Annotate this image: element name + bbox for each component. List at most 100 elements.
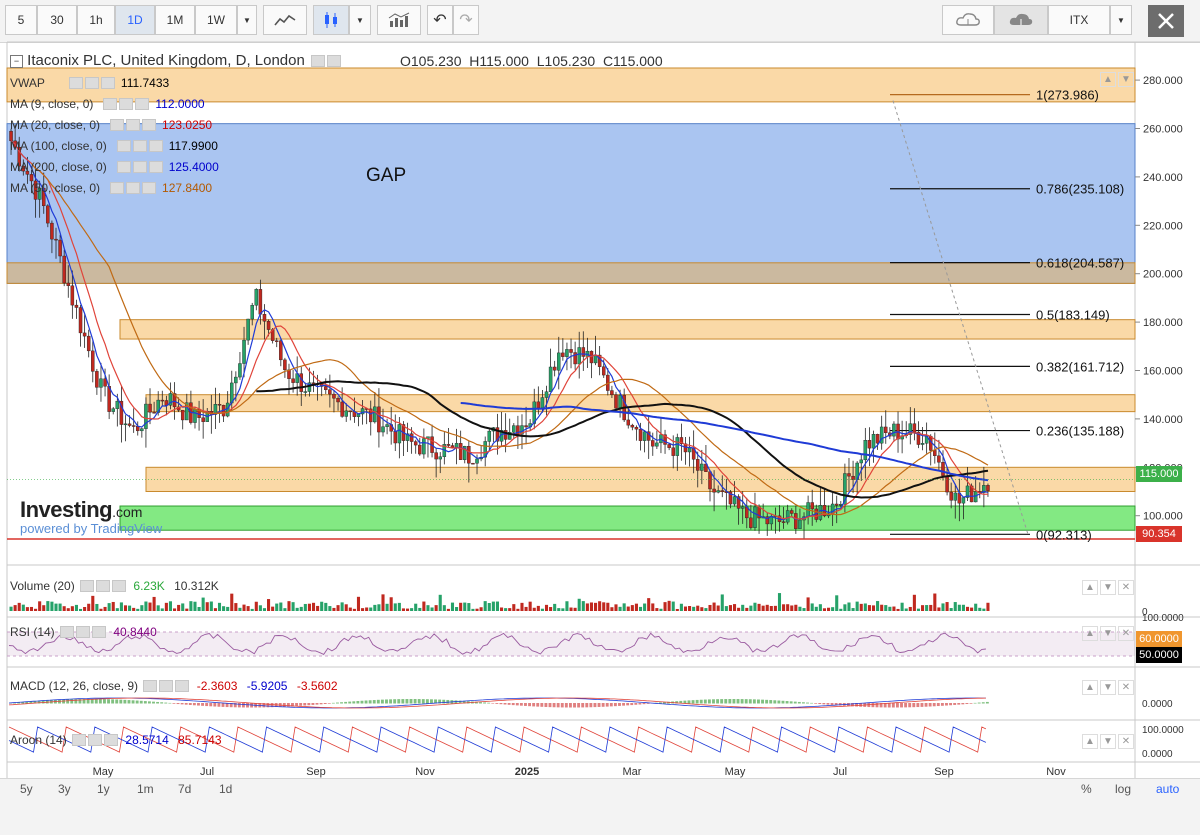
macd-histogram-bar	[642, 703, 646, 705]
settings-icon[interactable]	[119, 98, 134, 110]
close-icon[interactable]	[148, 161, 163, 173]
macd-histogram-bar	[135, 700, 139, 704]
settings-icon[interactable]	[132, 161, 147, 173]
settings-icon[interactable]	[132, 140, 147, 152]
macd-pane-controls[interactable]: ▲ ▼ ✕	[1080, 680, 1134, 695]
macd-histogram-bar	[806, 702, 809, 704]
settings-icon[interactable]	[84, 77, 99, 89]
legend-ma100[interactable]: MA (100, close, 0) 117.9900	[10, 139, 218, 153]
candle-body	[544, 391, 549, 398]
close-icon[interactable]	[135, 98, 150, 110]
volume-bar	[336, 605, 340, 611]
settings-icon[interactable]	[88, 734, 103, 746]
volume-bar	[782, 604, 786, 611]
eye-icon[interactable]	[110, 182, 125, 194]
eye-icon[interactable]	[68, 77, 83, 89]
close-icon[interactable]: ✕	[1118, 734, 1134, 749]
close-icon[interactable]	[92, 626, 107, 638]
eye-icon[interactable]	[80, 580, 95, 592]
eye-icon[interactable]	[116, 161, 131, 173]
volume-bar	[29, 606, 34, 611]
eye-icon[interactable]	[72, 734, 87, 746]
candle-body	[99, 378, 103, 388]
collapse-icon[interactable]: −	[10, 55, 23, 68]
close-icon[interactable]	[112, 580, 127, 592]
candle-body	[601, 366, 606, 376]
settings-icon[interactable]	[159, 680, 174, 692]
volume-bar	[757, 603, 761, 611]
legend-ma200[interactable]: MA (200, close, 0) 125.4000	[10, 160, 219, 174]
volume-bar	[871, 605, 876, 611]
range-3y[interactable]: 3y	[58, 782, 71, 796]
settings-icon[interactable]	[327, 55, 342, 67]
eye-icon[interactable]	[110, 119, 125, 131]
rsi-pane-controls[interactable]: ▲ ▼ ✕	[1080, 626, 1134, 641]
legend-ma9[interactable]: MA (9, close, 0) 112.0000	[10, 97, 205, 111]
arrow-down-icon[interactable]: ▼	[1118, 72, 1134, 87]
eye-icon[interactable]	[103, 98, 118, 110]
candle-body	[258, 289, 263, 315]
percent-toggle[interactable]: %	[1081, 782, 1092, 796]
range-1d[interactable]: 1d	[219, 782, 232, 796]
settings-icon[interactable]	[311, 55, 326, 67]
settings-icon[interactable]	[126, 119, 141, 131]
close-icon[interactable]: ✕	[1118, 680, 1134, 695]
close-icon[interactable]	[142, 119, 157, 131]
arrow-up-icon[interactable]: ▲	[1082, 734, 1098, 749]
arrow-down-icon[interactable]: ▼	[1100, 680, 1116, 695]
volume-bar	[332, 607, 336, 611]
arrow-down-icon[interactable]: ▼	[1100, 734, 1116, 749]
macd-histogram-bar	[160, 702, 164, 704]
close-icon[interactable]	[142, 182, 157, 194]
volume-legend[interactable]: Volume (20) 6.23K 10.312K	[10, 579, 219, 593]
eye-icon[interactable]	[116, 140, 131, 152]
rsi-legend[interactable]: RSI (14) 40.8440	[10, 625, 157, 639]
legend-ma50[interactable]: MA (50, close, 0) 127.8400	[10, 181, 212, 195]
settings-icon[interactable]	[96, 580, 111, 592]
macd-histogram-bar	[115, 699, 119, 704]
arrow-down-icon[interactable]: ▼	[1100, 626, 1116, 641]
log-toggle[interactable]: log	[1115, 782, 1131, 796]
arrow-up-icon[interactable]: ▲	[1100, 72, 1116, 87]
macd-legend[interactable]: MACD (12, 26, close, 9) -2.3603 -5.9205 …	[10, 679, 338, 693]
candle-body	[95, 371, 99, 388]
macd-histogram-bar	[515, 703, 519, 706]
macd-histogram-bar	[887, 703, 891, 708]
close-icon[interactable]	[175, 680, 190, 692]
eye-icon[interactable]	[143, 680, 158, 692]
volume-bar	[532, 607, 536, 611]
arrow-up-icon[interactable]: ▲	[1082, 680, 1098, 695]
settings-icon[interactable]	[76, 626, 91, 638]
close-icon[interactable]	[148, 140, 163, 152]
volume-bar	[148, 602, 152, 611]
macd-histogram-bar	[524, 703, 527, 706]
arrow-up-icon[interactable]: ▲	[1082, 626, 1098, 641]
volume-bar	[450, 602, 455, 611]
volume-bar	[83, 607, 87, 611]
arrow-up-icon[interactable]: ▲	[1082, 580, 1098, 595]
arrow-down-icon[interactable]: ▼	[1100, 580, 1116, 595]
close-icon[interactable]	[104, 734, 119, 746]
close-icon[interactable]	[100, 77, 115, 89]
range-5y[interactable]: 5y	[20, 782, 33, 796]
aroon-legend[interactable]: Aroon (14) 28.5714 85.7143	[10, 733, 222, 747]
candle-body	[708, 471, 712, 490]
range-1m[interactable]: 1m	[137, 782, 154, 796]
legend-ma20[interactable]: MA (20, close, 0) 123.0250	[10, 118, 212, 132]
candle-body	[446, 444, 451, 446]
close-icon[interactable]: ✕	[1118, 580, 1134, 595]
settings-icon[interactable]	[126, 182, 141, 194]
main-pane-controls[interactable]: ▲ ▼	[1098, 72, 1134, 87]
y-tick-label: 180.000	[1143, 317, 1183, 329]
macd-histogram-bar	[201, 703, 204, 706]
auto-toggle[interactable]: auto	[1156, 782, 1179, 796]
close-icon[interactable]: ✕	[1118, 626, 1134, 641]
volume-pane-controls[interactable]: ▲ ▼ ✕	[1080, 580, 1134, 595]
range-7d[interactable]: 7d	[178, 782, 191, 796]
aroon-pane-controls[interactable]: ▲ ▼ ✕	[1080, 734, 1134, 749]
legend-vwap[interactable]: VWAP 111.7433	[10, 76, 169, 90]
candle-body	[180, 409, 185, 421]
eye-icon[interactable]	[60, 626, 75, 638]
candle-body	[794, 513, 798, 529]
range-1y[interactable]: 1y	[97, 782, 110, 796]
